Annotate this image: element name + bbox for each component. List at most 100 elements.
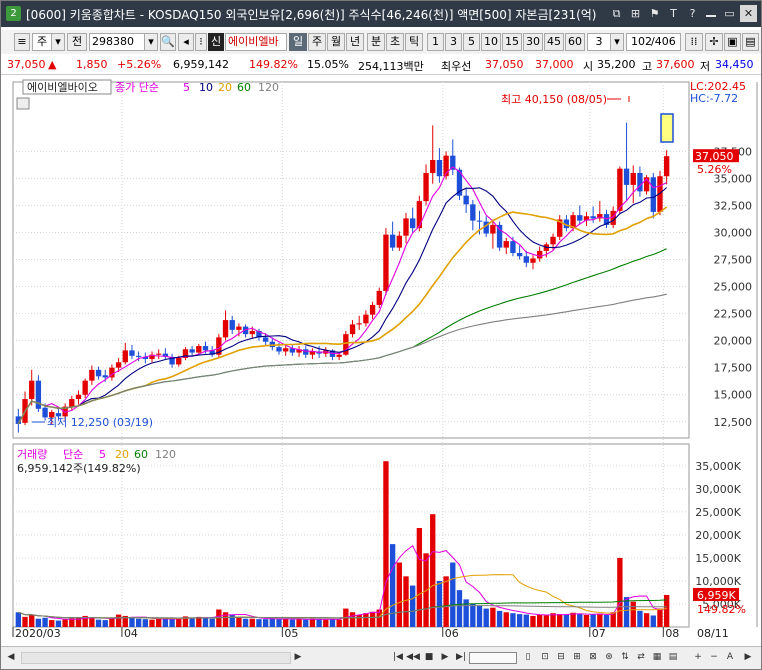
candle-body <box>176 357 182 365</box>
candle-body <box>470 204 476 221</box>
maximize-icon[interactable]: ▭ <box>721 5 738 22</box>
speaker-icon[interactable]: ◂ <box>178 33 194 51</box>
page-total: /406 <box>651 33 681 51</box>
search-icon[interactable]: 🔍 <box>160 33 176 51</box>
minute-5-button[interactable]: 5 <box>463 33 480 51</box>
close-icon[interactable]: ✕ <box>740 5 757 22</box>
candle-body <box>222 320 229 338</box>
zoom-out-icon[interactable]: ▯ <box>521 650 535 665</box>
volume-bar <box>189 617 195 627</box>
chart-tool-icon-7[interactable]: ⇄ <box>634 650 648 665</box>
trade-amount: 254,113백만 <box>358 60 424 73</box>
flag-icon[interactable]: ⚑ <box>646 5 663 22</box>
font-size-icon[interactable]: A <box>723 650 737 665</box>
candle-body <box>396 235 402 248</box>
save-icon[interactable]: ▣ <box>724 33 741 51</box>
minute-1-button[interactable]: 1 <box>427 33 444 51</box>
prev-button[interactable]: 전 <box>67 33 87 51</box>
link-icon[interactable]: ⧉ <box>608 5 625 22</box>
font-icon[interactable]: T <box>665 5 682 22</box>
drag-icon[interactable]: ⁞⁞ <box>685 33 703 51</box>
chart-area[interactable]: 12,500 15,000 17,500 20,000 22,500 25,000 27,5… <box>1 76 761 653</box>
minimize-icon[interactable] <box>706 5 716 17</box>
chart-tool-icon-8[interactable]: ▦ <box>650 650 664 665</box>
volume-bar <box>256 619 262 627</box>
chart-tool-icon-9[interactable]: ▤ <box>666 650 680 665</box>
scroll-bar[interactable]: ◀ ▶ |◀ ◀◀ ■ ▶ ▶| ▯ ⊡ ⊟ ⊞ ⊠ ⊛ ⇅ ⇄ ▦ ▤ + −… <box>1 646 761 669</box>
window-number-badge[interactable]: 2 <box>6 6 21 21</box>
chart-tool-icon-4[interactable]: ⊠ <box>586 650 600 665</box>
ask-price: 37,050 <box>485 58 524 71</box>
prev-stock-icon[interactable]: ⁝ <box>195 33 207 51</box>
volume-bar <box>503 612 509 627</box>
month-label: 08 <box>665 627 679 640</box>
code-dropdown-icon[interactable]: ▾ <box>144 33 158 51</box>
candle-body <box>336 354 342 357</box>
next-page-icon[interactable]: ▶ <box>438 650 452 665</box>
price-volume-chart[interactable]: 12,500 15,000 17,500 20,000 22,500 25,000 27,5… <box>1 76 761 646</box>
crosshair-icon[interactable]: ✢ <box>705 33 723 51</box>
volume-bar <box>236 616 242 627</box>
prev-page-icon[interactable]: ◀◀ <box>406 650 420 665</box>
candle-body <box>29 380 35 400</box>
minute-45-button[interactable]: 45 <box>544 33 564 51</box>
chart-tool-icon-6[interactable]: ⇅ <box>618 650 632 665</box>
interval-month[interactable]: 월 <box>327 33 345 51</box>
volume-bar <box>483 608 489 627</box>
candle-body <box>283 348 289 352</box>
price-tick-label: 30,000 <box>714 226 753 239</box>
minute-15-button[interactable]: 15 <box>502 33 522 51</box>
candle-body <box>463 195 469 205</box>
chart-tool-icon-1[interactable]: ⊡ <box>538 650 552 665</box>
credit-badge[interactable]: 신 <box>208 33 224 51</box>
price-tick-label: 22,500 <box>714 308 753 321</box>
volume-bar <box>363 613 369 627</box>
volume-text: 6,959,142주(149.82%) <box>17 462 141 475</box>
best-quote-label: 최우선 <box>441 60 472 73</box>
toolbar-menu-icon[interactable]: ≡ <box>14 33 30 51</box>
month-label: 05 <box>284 627 298 640</box>
last-page-icon[interactable]: ▶| <box>454 650 468 665</box>
settings-icon[interactable]: ▤ <box>742 33 759 51</box>
candle-body <box>82 380 88 395</box>
stock-name-field[interactable]: 에이비엘바 <box>225 33 287 51</box>
volume-bar <box>436 580 443 627</box>
volume-bar <box>262 619 269 627</box>
volume-bar <box>22 616 28 627</box>
chart-tool-icon-5[interactable]: ⊛ <box>602 650 616 665</box>
stop-icon[interactable]: ■ <box>422 650 436 665</box>
page-input[interactable]: 102 <box>626 33 652 51</box>
candle-body <box>229 320 235 330</box>
volume-ma-line-120 <box>18 605 667 619</box>
interval-second[interactable]: 초 <box>386 33 404 51</box>
zoom-in-icon[interactable]: + <box>691 650 705 665</box>
scroll-left-icon[interactable]: ◀ <box>4 650 18 665</box>
zoom-slider[interactable] <box>469 652 517 664</box>
interval-year[interactable]: 년 <box>346 33 364 51</box>
custom-interval-input[interactable]: 3 <box>587 33 611 51</box>
volume-bar <box>283 618 289 627</box>
scroll-end-icon[interactable]: ▶ <box>741 650 755 665</box>
chart-tool-icon-2[interactable]: ⊟ <box>554 650 568 665</box>
period-dropdown-icon[interactable]: ▾ <box>51 33 65 51</box>
minute-30-button[interactable]: 30 <box>523 33 543 51</box>
first-page-icon[interactable]: |◀ <box>391 650 405 665</box>
minute-60-button[interactable]: 60 <box>565 33 585 51</box>
custom-interval-dropdown-icon[interactable]: ▾ <box>610 33 624 51</box>
zoom-reset-icon[interactable]: − <box>707 650 721 665</box>
interval-week[interactable]: 주 <box>308 33 326 51</box>
volume-bar <box>396 562 402 627</box>
stock-code-input[interactable]: 298380 <box>89 33 145 51</box>
scroll-track[interactable] <box>21 652 291 664</box>
help-icon[interactable]: ? <box>684 5 701 22</box>
grid-icon[interactable]: ⊞ <box>627 5 644 22</box>
interval-minute[interactable]: 분 <box>367 33 385 51</box>
price-tick-label: 32,500 <box>714 199 753 212</box>
minute-3-button[interactable]: 3 <box>445 33 462 51</box>
period-select[interactable]: 주 <box>32 33 52 51</box>
minute-10-button[interactable]: 10 <box>481 33 501 51</box>
chart-tool-icon-3[interactable]: ⊞ <box>570 650 584 665</box>
interval-day[interactable]: 일 <box>289 33 307 51</box>
scroll-right-icon[interactable]: ▶ <box>291 650 305 665</box>
interval-tick[interactable]: 틱 <box>405 33 423 51</box>
